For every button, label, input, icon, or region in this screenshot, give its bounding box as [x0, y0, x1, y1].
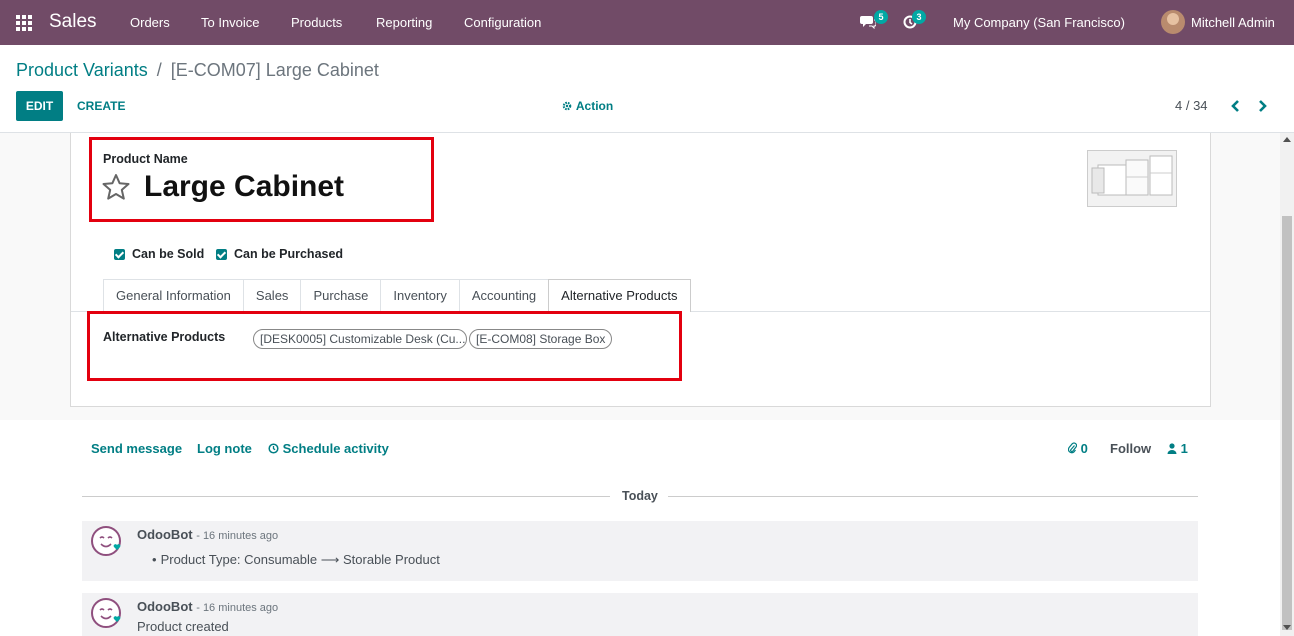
tracking-change: Product Type: Consumable ⟶ Storable Prod… — [160, 552, 440, 567]
send-message-button[interactable]: Send message — [91, 441, 182, 456]
can-be-purchased-label: Can be Purchased — [234, 247, 344, 261]
company-switcher[interactable]: My Company (San Francisco) — [953, 15, 1125, 30]
top-navbar: Sales Orders To Invoice Products Reporti… — [0, 0, 1294, 45]
pager-value[interactable]: 4 / 34 — [1175, 98, 1208, 113]
author-name[interactable]: OdooBot — [137, 527, 193, 542]
action-label: Action — [575, 99, 614, 113]
menu-reporting[interactable]: Reporting — [376, 15, 432, 30]
checkbox-checked-icon[interactable] — [114, 248, 125, 260]
action-dropdown[interactable]: Action — [562, 99, 613, 113]
messages-count-badge: 5 — [874, 10, 888, 24]
chevron-left-icon[interactable] — [1230, 100, 1240, 112]
attachments-count: 0 — [1080, 441, 1088, 456]
menu-orders[interactable]: Orders — [130, 15, 170, 30]
schedule-activity-button[interactable]: Schedule activity — [268, 441, 389, 456]
can-be-purchased-checkbox[interactable]: Can be Purchased — [216, 247, 343, 261]
gear-icon — [562, 101, 572, 111]
tab-purchase[interactable]: Purchase — [300, 279, 382, 311]
control-panel: Product Variants / [E-COM07] Large Cabin… — [0, 45, 1294, 133]
breadcrumb-current: [E-COM07] Large Cabinet — [170, 60, 379, 80]
date-separator: Today — [622, 489, 658, 503]
edit-button[interactable]: EDIT — [16, 91, 63, 121]
breadcrumb-separator: / — [156, 60, 162, 80]
message-author: OdooBot - 16 minutes ago — [137, 599, 278, 614]
followers-button[interactable]: 1 — [1167, 441, 1188, 456]
message-time: - 16 minutes ago — [196, 530, 279, 542]
chatter-message: OdooBot - 16 minutes ago • Product Type: … — [82, 521, 1198, 581]
menu-configuration[interactable]: Configuration — [464, 15, 541, 30]
user-menu[interactable]: Mitchell Admin — [1191, 15, 1275, 30]
menu-to-invoice[interactable]: To Invoice — [201, 15, 260, 30]
can-be-sold-label: Can be Sold — [132, 247, 205, 261]
chatter-message: OdooBot - 16 minutes ago Product created — [82, 593, 1198, 636]
form-area: Product Name Large Cabinet Can be Sold C… — [0, 133, 1280, 421]
message-author: OdooBot - 16 minutes ago — [137, 527, 278, 542]
scrollbar[interactable] — [1280, 133, 1294, 636]
scroll-up-arrow-icon[interactable] — [1283, 137, 1291, 142]
author-name[interactable]: OdooBot — [137, 599, 193, 614]
odoobot-avatar-icon — [91, 598, 121, 628]
followers-count: 1 — [1180, 441, 1188, 456]
tab-sales[interactable]: Sales — [242, 279, 302, 311]
message-body: • Product Type: Consumable ⟶ Storable Pro… — [152, 552, 440, 568]
can-be-sold-checkbox[interactable]: Can be Sold — [114, 247, 204, 261]
checkbox-checked-icon[interactable] — [216, 248, 227, 260]
user-avatar[interactable] — [1161, 10, 1185, 34]
bullet-icon: • — [152, 552, 157, 567]
app-name[interactable]: Sales — [49, 11, 97, 33]
log-note-button[interactable]: Log note — [197, 441, 252, 456]
date-divider-line — [668, 496, 1198, 497]
tab-accounting[interactable]: Accounting — [458, 279, 550, 311]
follow-button[interactable]: Follow — [1110, 441, 1151, 456]
tab-general-information[interactable]: General Information — [103, 279, 244, 311]
odoobot-avatar-icon — [91, 526, 121, 556]
cabinet-image-icon — [1091, 155, 1173, 196]
tab-alternative-products[interactable]: Alternative Products — [548, 279, 691, 312]
attachments-button[interactable]: 0 — [1067, 441, 1088, 456]
user-icon — [1167, 443, 1177, 454]
highlight-box-product-name — [89, 137, 434, 222]
clock-icon — [268, 443, 279, 454]
chevron-right-icon[interactable] — [1258, 100, 1268, 112]
date-divider-line — [82, 496, 610, 497]
message-body: Product created — [137, 619, 229, 634]
schedule-activity-label: Schedule activity — [282, 441, 389, 456]
scroll-down-arrow-icon[interactable] — [1283, 625, 1291, 630]
chatter: Send message Log note Schedule activity … — [0, 420, 1280, 636]
notebook-tabs: General Information Sales Purchase Inven… — [103, 279, 691, 312]
activities-count-badge: 3 — [912, 10, 926, 24]
highlight-box-alternative-products — [87, 311, 682, 381]
menu-products[interactable]: Products — [291, 15, 342, 30]
product-image[interactable] — [1087, 150, 1177, 207]
message-time: - 16 minutes ago — [196, 602, 279, 614]
tab-inventory[interactable]: Inventory — [380, 279, 460, 311]
create-button[interactable]: CREATE — [77, 99, 125, 113]
scrollbar-thumb[interactable] — [1282, 216, 1292, 630]
breadcrumb: Product Variants / [E-COM07] Large Cabin… — [16, 60, 379, 81]
apps-menu-icon[interactable] — [16, 15, 32, 31]
paperclip-icon — [1067, 442, 1078, 454]
breadcrumb-product-variants[interactable]: Product Variants — [16, 60, 148, 80]
